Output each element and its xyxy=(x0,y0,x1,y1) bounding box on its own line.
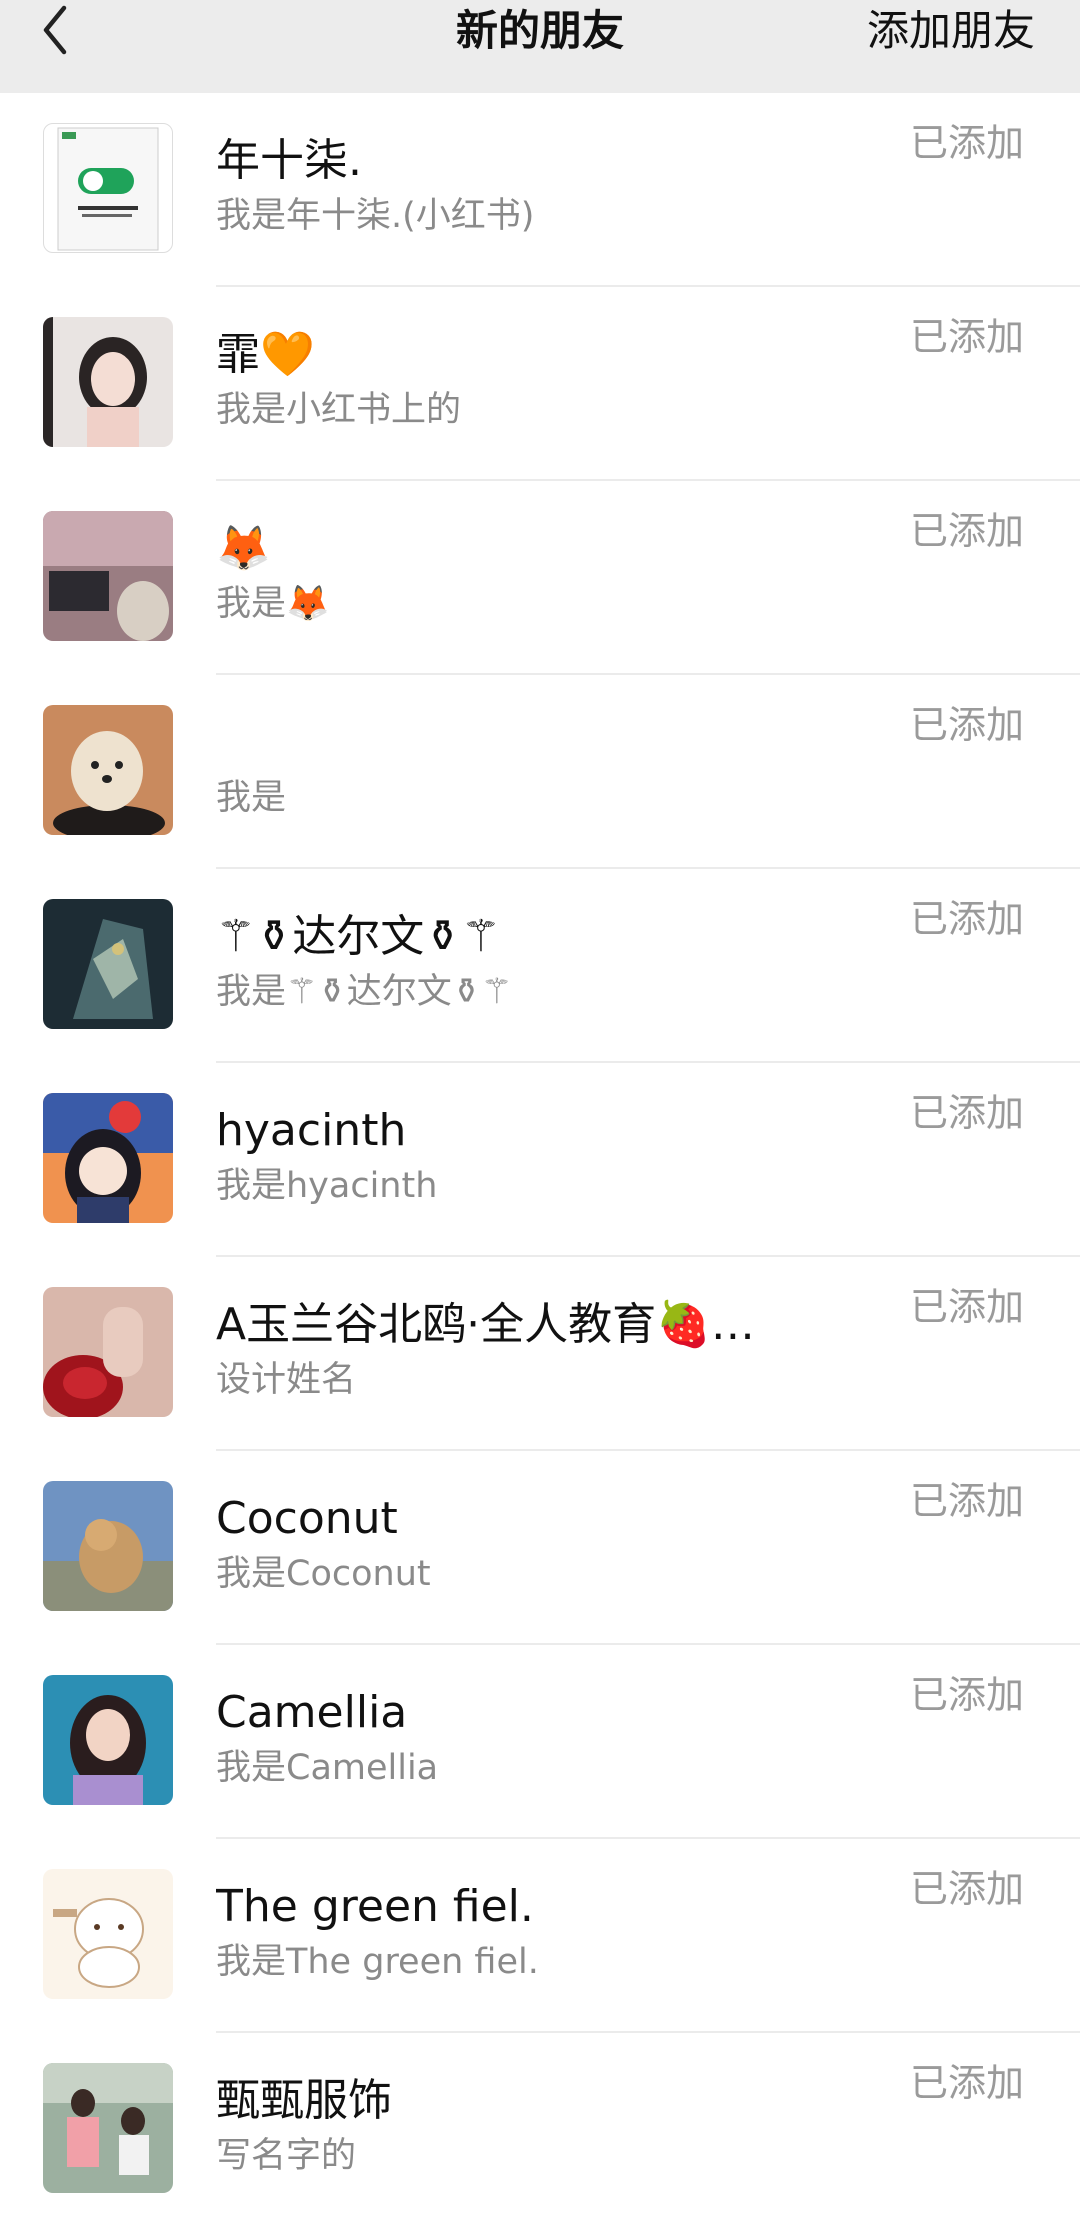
added-status: 已添加 xyxy=(909,2061,1024,2105)
avatar xyxy=(43,1287,173,1417)
added-status: 已添加 xyxy=(909,1091,1024,1135)
friend-name: Coconut xyxy=(216,1493,398,1544)
friend-name: 年十柒. xyxy=(216,135,362,186)
friend-name: Camellia xyxy=(216,1687,408,1738)
request-message: 我是Coconut xyxy=(216,1554,431,1594)
added-status: 已添加 xyxy=(909,315,1024,359)
request-message: 我是hyacinth xyxy=(216,1166,438,1206)
avatar xyxy=(43,1869,173,1999)
friend-name: 霏🧡 xyxy=(216,329,315,380)
avatar xyxy=(43,317,173,447)
added-status: 已添加 xyxy=(909,1479,1024,1523)
request-message: 我是年十柒.(小红书) xyxy=(216,196,535,236)
request-message: 设计姓名 xyxy=(216,1360,357,1400)
added-status: 已添加 xyxy=(909,703,1024,747)
avatar xyxy=(43,705,173,835)
friend-row[interactable]: ⚚⚱达尔文⚱⚚ 我是⚚⚱达尔文⚱⚚ 已添加 xyxy=(0,869,1080,1063)
friend-row[interactable]: Camellia 我是Camellia 已添加 xyxy=(0,1645,1080,1839)
added-status: 已添加 xyxy=(909,1285,1024,1329)
avatar xyxy=(43,1093,173,1223)
friend-row[interactable]: hyacinth 我是hyacinth 已添加 xyxy=(0,1063,1080,1257)
request-message: 我是 xyxy=(216,778,287,818)
request-message: 我是Camellia xyxy=(216,1748,439,1788)
added-status: 已添加 xyxy=(909,897,1024,941)
request-message: 我是小红书上的 xyxy=(216,390,462,430)
avatar xyxy=(43,1481,173,1611)
request-message: 我是⚚⚱达尔文⚱⚚ xyxy=(216,972,513,1012)
friend-row[interactable]: 年十柒. 我是年十柒.(小红书) 已添加 xyxy=(0,93,1080,287)
added-status: 已添加 xyxy=(909,509,1024,553)
friend-row[interactable]: 🦊 我是🦊 已添加 xyxy=(0,481,1080,675)
added-status: 已添加 xyxy=(909,1673,1024,1717)
friend-row[interactable]: 霏🧡 我是小红书上的 已添加 xyxy=(0,287,1080,481)
avatar xyxy=(43,123,173,253)
friend-name: 甄甄服饰 xyxy=(216,2075,392,2126)
friend-name: 🦊 xyxy=(216,523,271,574)
added-status: 已添加 xyxy=(909,121,1024,165)
friend-name: ⚚⚱达尔文⚱⚚ xyxy=(216,911,501,962)
avatar xyxy=(43,899,173,1029)
request-message: 写名字的 xyxy=(216,2136,357,2176)
avatar xyxy=(43,2063,173,2193)
avatar xyxy=(43,1675,173,1805)
top-bar: 新的朋友 添加朋友 xyxy=(0,0,1080,93)
added-status: 已添加 xyxy=(909,1867,1024,1911)
friend-row[interactable]: The green fiel. 我是The green fiel. 已添加 xyxy=(0,1839,1080,2033)
friend-row[interactable]: Coconut 我是Coconut 已添加 xyxy=(0,1451,1080,1645)
avatar xyxy=(43,511,173,641)
friend-name: A玉兰谷北鸥·全人教育🍓… xyxy=(216,1299,755,1350)
friend-name: hyacinth xyxy=(216,1105,407,1156)
friend-name: The green fiel. xyxy=(216,1881,534,1932)
friend-row[interactable]: 我是 已添加 xyxy=(0,675,1080,869)
request-message: 我是The green fiel. xyxy=(216,1942,539,1982)
add-friend-button[interactable]: 添加朋友 xyxy=(867,0,1035,62)
friend-row[interactable]: A玉兰谷北鸥·全人教育🍓… 设计姓名 已添加 xyxy=(0,1257,1080,1451)
friend-row[interactable]: 甄甄服饰 写名字的 已添加 xyxy=(0,2033,1080,2227)
request-message: 我是🦊 xyxy=(216,584,330,624)
